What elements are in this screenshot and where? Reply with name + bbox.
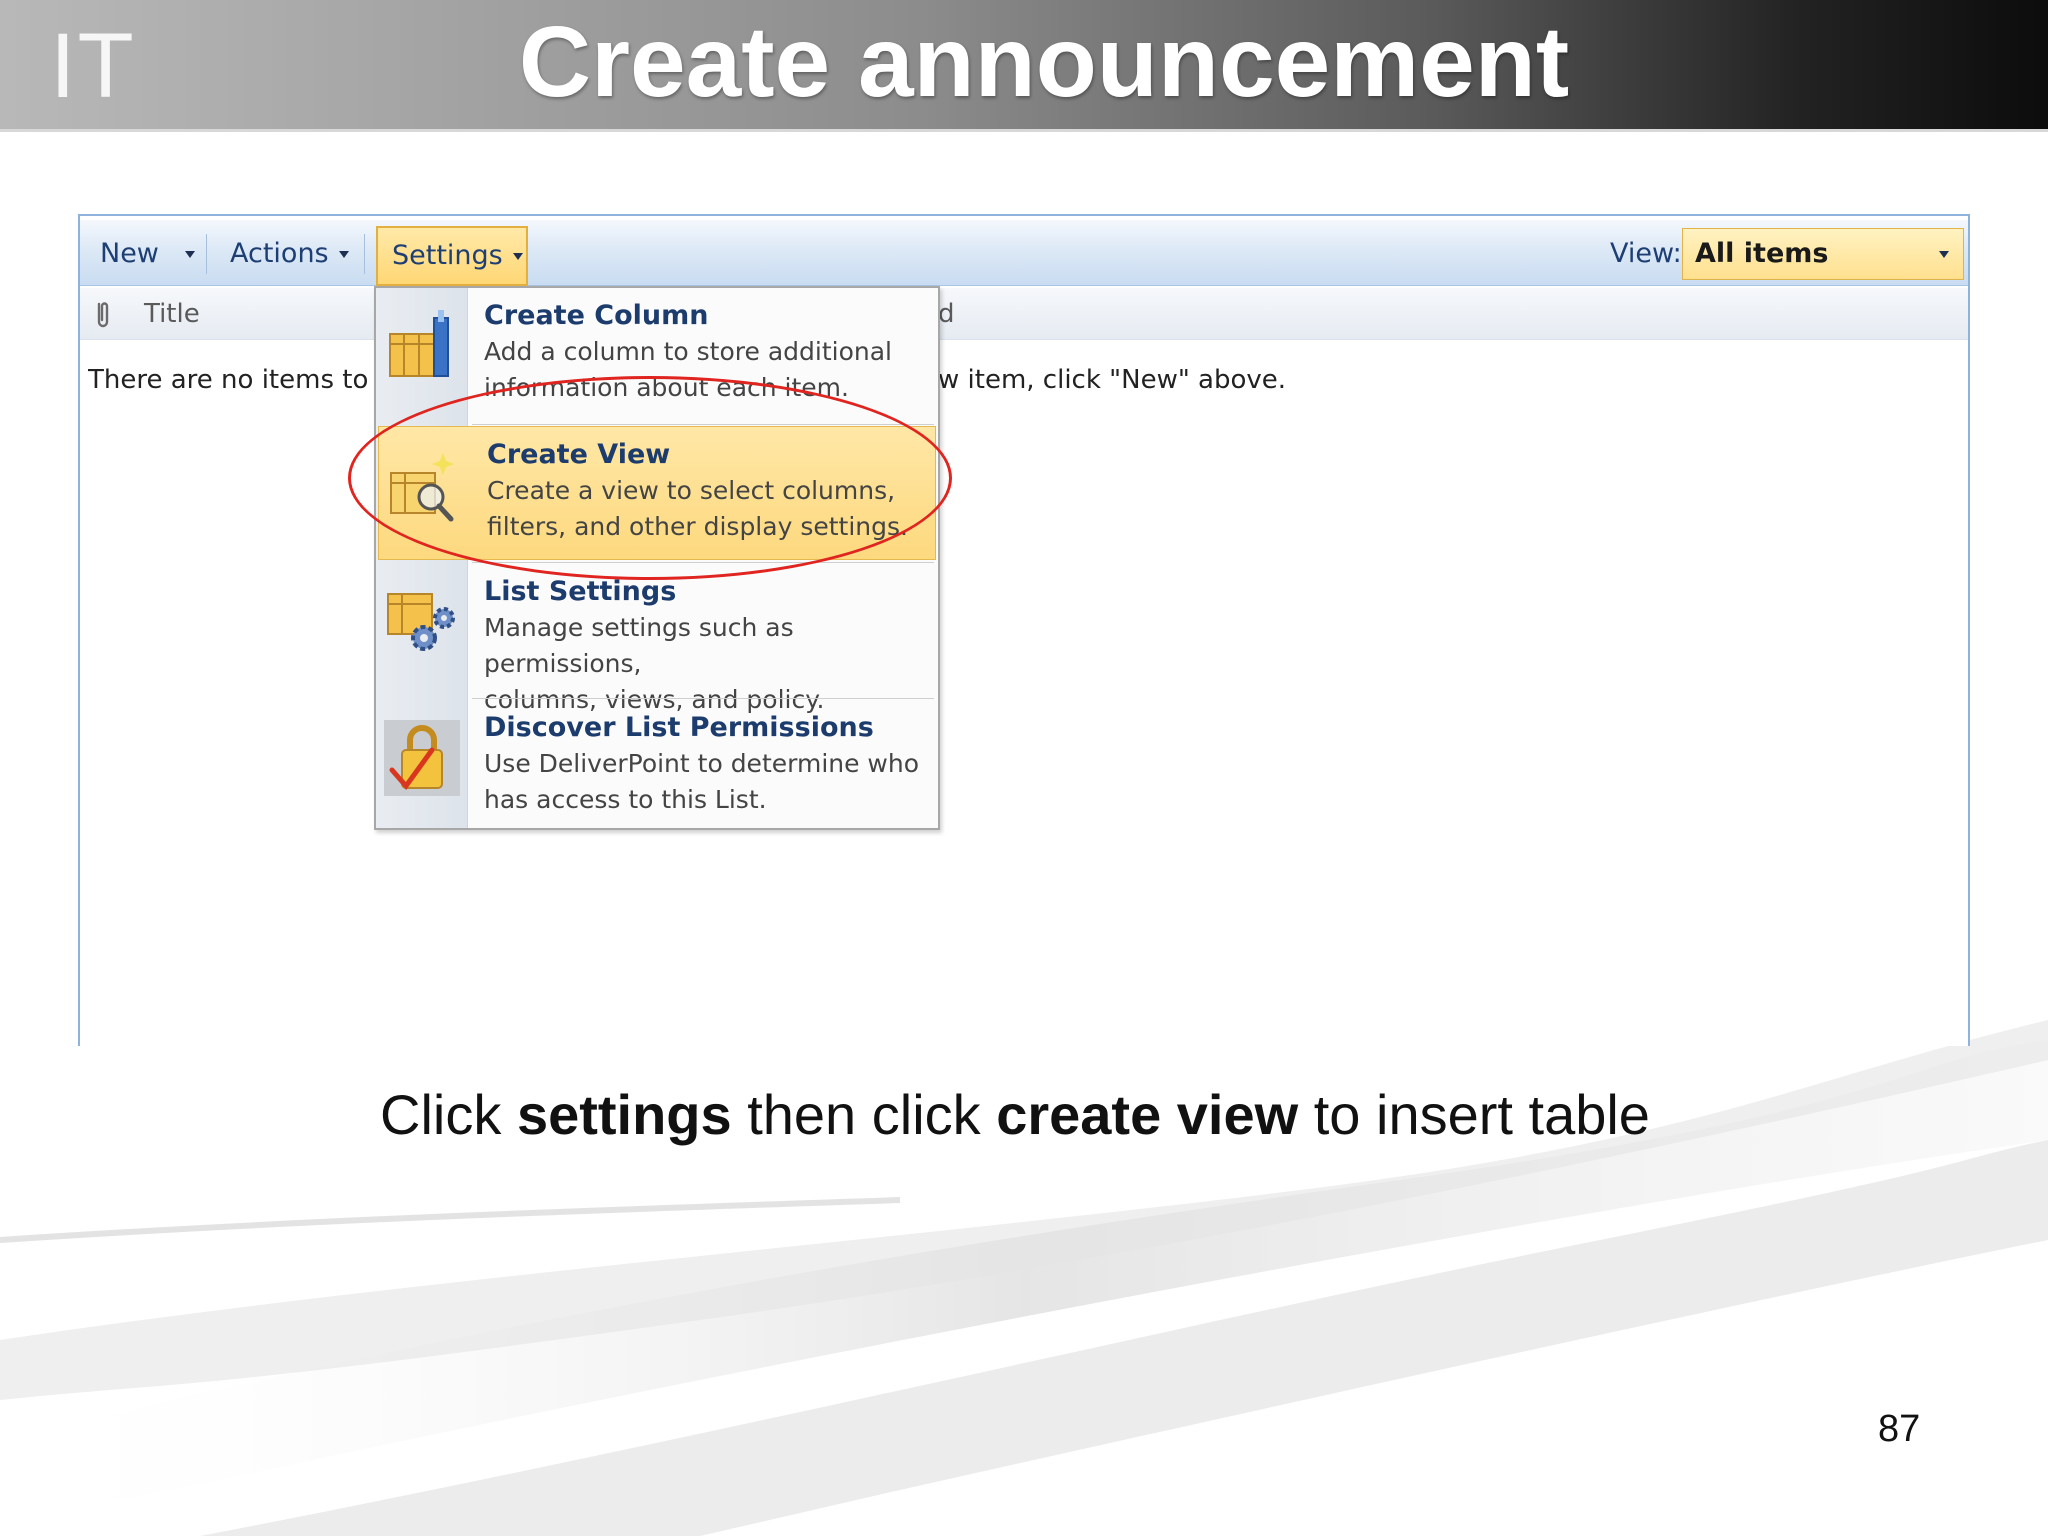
attachment-icon: [97, 302, 109, 328]
menu-item-title: Create Column: [484, 300, 709, 331]
chevron-down-icon: [512, 253, 523, 260]
menu-item-desc-line: Add a column to store additional: [484, 337, 892, 366]
menu-item-discover-permissions[interactable]: Discover List Permissions Use DeliverPoi…: [376, 700, 938, 834]
column-header-fragment: d: [938, 299, 955, 329]
menu-item-description: Use DeliverPoint to determine who has ac…: [484, 746, 924, 818]
menu-item-desc-line: has access to this List.: [484, 785, 767, 814]
caption-text: to insert table: [1298, 1083, 1650, 1146]
page-number: 87: [1878, 1408, 1921, 1450]
instruction-caption: Click settings then click create view to…: [0, 1080, 2030, 1150]
slide-title: Create announcement: [518, 6, 1570, 118]
create-view-icon: [390, 453, 454, 522]
menu-item-title: Create View: [487, 439, 671, 470]
menu-item-desc-line: Use DeliverPoint to determine who: [484, 749, 920, 778]
empty-list-message-tail: w item, click "New" above.: [938, 365, 1287, 395]
list-toolbar: New Actions Settings View: All items: [80, 220, 1968, 286]
sharepoint-list-panel: New Actions Settings View: All items Tit…: [78, 214, 1970, 1046]
permissions-lock-icon: [384, 720, 460, 796]
menu-item-desc-line: filters, and other display settings.: [487, 512, 908, 541]
menu-item-desc-line: Manage settings such as permissions,: [484, 613, 794, 678]
actions-menu-button[interactable]: Actions: [230, 232, 349, 276]
empty-list-message: There are no items to show: [88, 365, 378, 395]
toolbar-divider: [206, 234, 207, 274]
menu-item-create-column[interactable]: Create Column Add a column to store addi…: [376, 288, 938, 422]
chevron-down-icon: [338, 251, 349, 258]
menu-divider: [472, 424, 934, 425]
new-label: New: [100, 238, 159, 269]
menu-divider: [472, 562, 934, 563]
caption-text: Click: [380, 1083, 517, 1146]
menu-divider: [472, 698, 934, 699]
menu-item-title: Discover List Permissions: [484, 712, 874, 743]
view-select-value: All items: [1695, 238, 1829, 269]
caption-text: then click: [731, 1083, 997, 1146]
list-column-header: Title d: [80, 288, 1968, 340]
create-column-icon: [389, 310, 449, 377]
settings-label: Settings: [392, 240, 503, 271]
list-settings-icon: [387, 593, 455, 651]
menu-item-description: Add a column to store additional informa…: [484, 334, 924, 406]
menu-item-list-settings[interactable]: List Settings Manage settings such as pe…: [376, 564, 938, 714]
caption-emphasis: create view: [996, 1083, 1299, 1146]
column-title[interactable]: Title: [144, 296, 200, 332]
toolbar-divider: [364, 234, 365, 274]
menu-item-description: Create a view to select columns, filters…: [487, 473, 927, 545]
settings-dropdown-menu: Create Column Add a column to store addi…: [374, 286, 940, 830]
slide-header: IT Create announcement: [0, 0, 2048, 132]
menu-item-desc-line: information about each item.: [484, 373, 849, 402]
chevron-down-icon: [1939, 251, 1949, 258]
settings-menu-button[interactable]: Settings: [376, 226, 528, 286]
chevron-down-icon: [184, 251, 195, 258]
view-label: View:: [1610, 238, 1682, 269]
caption-emphasis: settings: [516, 1083, 732, 1146]
actions-label: Actions: [230, 238, 329, 269]
view-select[interactable]: All items: [1682, 228, 1964, 280]
menu-item-title: List Settings: [484, 576, 677, 607]
new-menu-button[interactable]: New: [100, 232, 195, 276]
menu-item-create-view[interactable]: Create View Create a view to select colu…: [378, 426, 936, 560]
menu-item-desc-line: Create a view to select columns,: [487, 476, 896, 505]
